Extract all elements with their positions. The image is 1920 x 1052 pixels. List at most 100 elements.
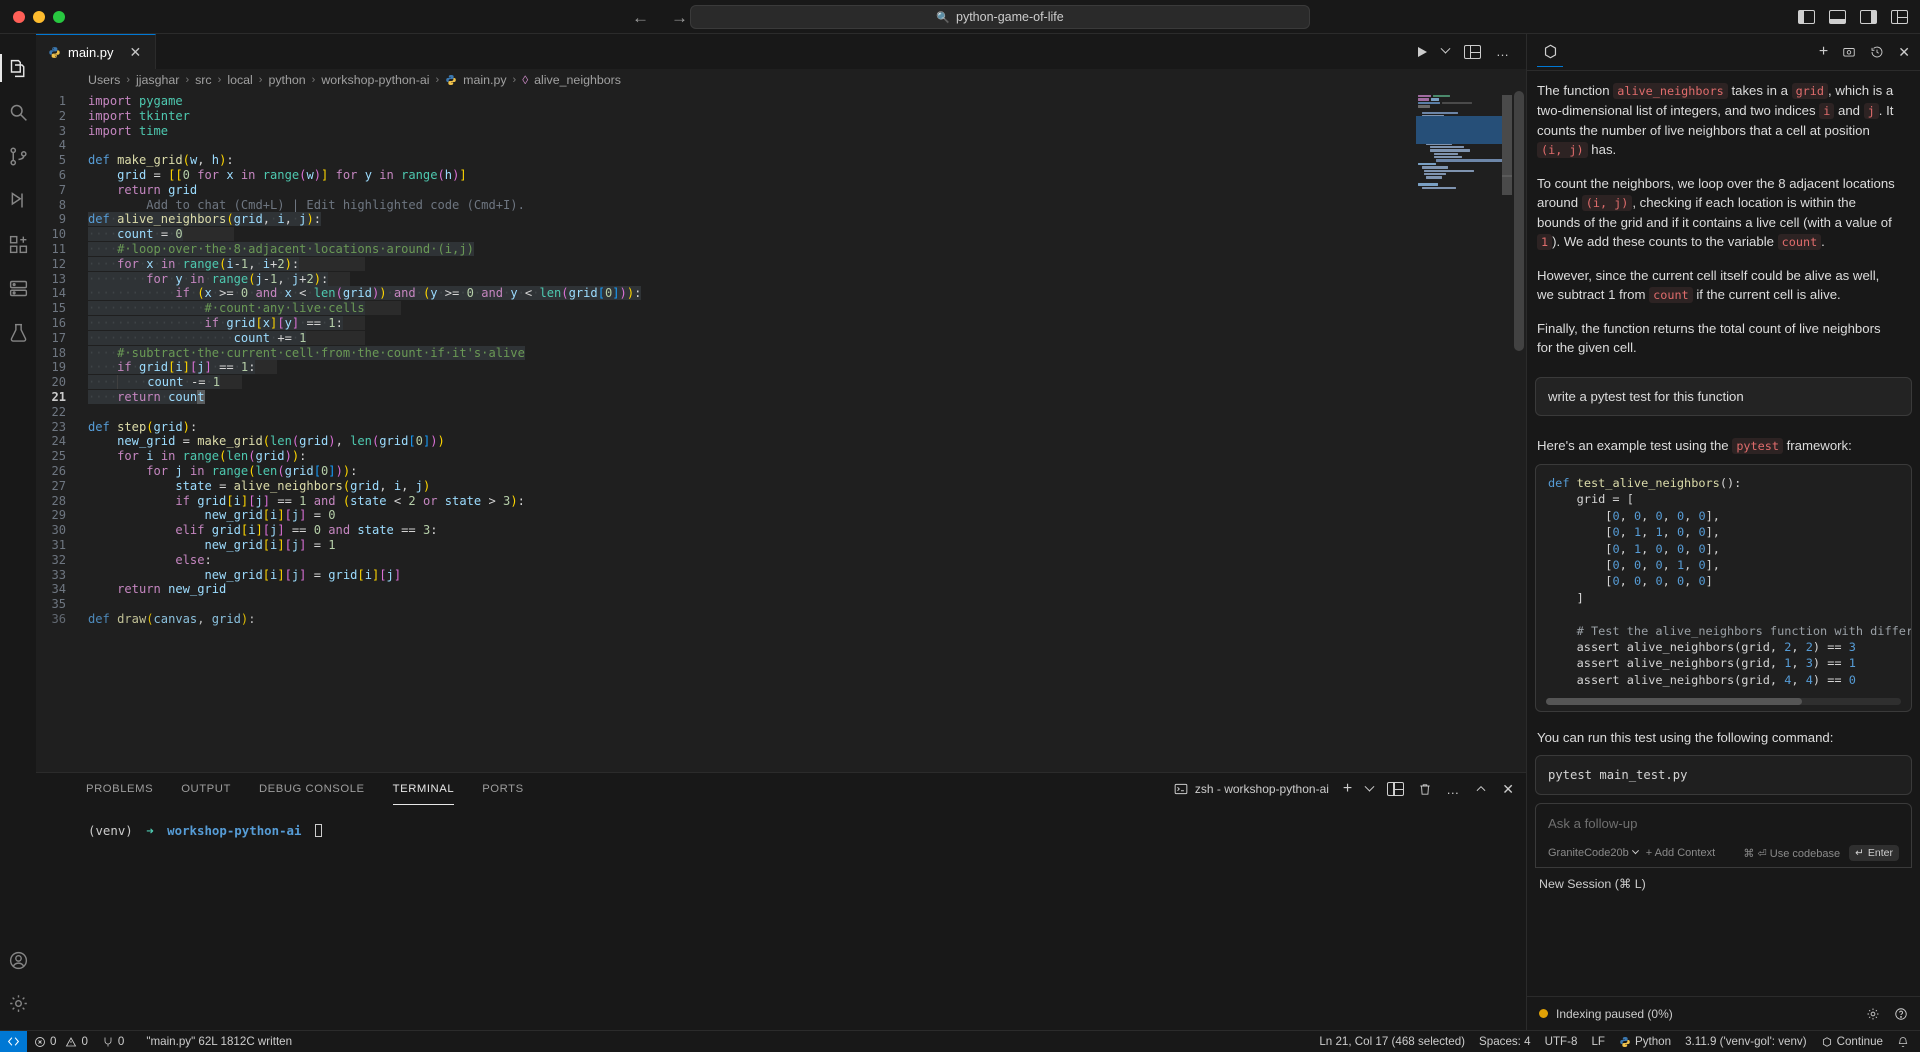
python-interpreter[interactable]: 3.11.9 ('venv-gol': venv) [1678,1031,1814,1052]
use-codebase-hint[interactable]: ⌘ ⏎ Use codebase [1743,847,1840,860]
editor-vertical-scrollbar[interactable] [1514,91,1524,351]
cursor-position[interactable]: Ln 21, Col 17 (468 selected) [1312,1031,1472,1052]
customize-layout-icon[interactable] [1891,10,1908,24]
panel-tab-problems[interactable]: PROBLEMS [86,773,153,805]
tab-main-py[interactable]: main.py ✕ [36,34,156,69]
panel-tab-terminal[interactable]: TERMINAL [392,773,455,805]
continue-status[interactable]: Continue [1814,1031,1890,1052]
search-icon [8,102,29,123]
gear-icon[interactable] [1866,1007,1880,1021]
breadcrumb-item-3[interactable]: local [227,73,252,87]
more-actions-icon[interactable]: … [1496,44,1510,59]
panel-tab-output[interactable]: OUTPUT [181,773,231,805]
trash-icon[interactable] [1418,782,1432,797]
close-icon[interactable]: ✕ [1898,44,1910,61]
close-window-button[interactable] [13,10,25,23]
panel-more-icon[interactable]: … [1446,782,1460,797]
chat-input-box[interactable]: Ask a follow-up GraniteCode20b + Add Con… [1535,803,1912,869]
toggle-secondary-sidebar-icon[interactable] [1860,10,1877,24]
breadcrumb-item-4[interactable]: python [268,73,305,87]
sidebar-item-testing[interactable] [0,310,36,354]
breadcrumb-item-5[interactable]: workshop-python-ai [321,73,429,87]
chat-footer-actions[interactable] [1866,1007,1908,1021]
panel-actions[interactable]: zsh - workshop-python-ai + … ✕ [1174,780,1514,798]
forward-icon[interactable]: → [671,9,688,26]
split-editor-icon[interactable] [1464,44,1481,59]
encoding-setting[interactable]: UTF-8 [1538,1031,1585,1052]
minimap[interactable] [1416,95,1512,215]
chat-code-block[interactable]: def test_alive_neighbors(): grid = [ [0,… [1535,464,1912,713]
eol-setting[interactable]: LF [1584,1031,1612,1052]
run-icon[interactable] [1418,46,1427,57]
code-block-scrollbar[interactable] [1546,698,1901,706]
chat-message-list[interactable]: The function alive_neighbors takes in a … [1527,70,1920,996]
editor-actions[interactable]: … [1418,34,1526,69]
chat-command-block[interactable]: pytest main_test.py [1535,755,1912,796]
minimap-slider[interactable] [1502,175,1512,177]
sidebar-item-source-control[interactable] [0,134,36,178]
maximize-panel-icon[interactable] [1474,782,1488,796]
language-mode[interactable]: Python [1612,1031,1678,1052]
sidebar-item-manage[interactable] [0,986,36,1030]
sidebar-item-explorer[interactable] [0,46,36,90]
breadcrumb-item-1[interactable]: jjasghar [136,73,179,87]
chat-input-toolbar[interactable]: GraniteCode20b + Add Context ⌘ ⏎ Use cod… [1548,845,1899,862]
sidebar-item-accounts[interactable] [0,942,36,986]
remote-indicator[interactable] [0,1030,27,1052]
notifications-bell[interactable] [1890,1031,1920,1052]
breadcrumb-item-6[interactable]: main.py [463,73,506,87]
chevron-down-icon[interactable] [1631,846,1639,854]
sidebar-item-remote-explorer[interactable] [0,266,36,310]
split-terminal-icon[interactable] [1387,782,1405,796]
code-line: 27 state = alive_neighbors(grid, i, j) [51,478,431,493]
close-panel-icon[interactable]: ✕ [1502,781,1514,798]
chat-input-right-actions[interactable]: ⌘ ⏎ Use codebase ↵ Enter [1743,845,1899,862]
panel-tab-ports[interactable]: PORTS [482,773,523,805]
minimize-window-button[interactable] [33,10,45,23]
navigation-arrows[interactable]: ← → [632,0,688,34]
activity-bar[interactable] [0,34,36,1030]
code-lines[interactable]: 1 import pygame 2 import tkinter 3 import t… [36,91,1526,772]
new-session-button[interactable]: New Session (⌘ L) [1527,868,1920,899]
breadcrumb[interactable]: Users › jjasghar › src › local › python … [36,69,1526,91]
layout-controls[interactable] [1798,0,1908,34]
breadcrumb-item-7[interactable]: alive_neighbors [534,73,621,87]
panel-tab-debug-console[interactable]: DEBUG CONSOLE [259,773,365,805]
status-bar-right[interactable]: Ln 21, Col 17 (468 selected) Spaces: 4 U… [1312,1031,1920,1052]
toggle-panel-icon[interactable] [1829,10,1846,24]
command-center-search[interactable]: 🔍 python-game-of-life [690,5,1310,29]
panel-tab-bar[interactable]: PROBLEMS OUTPUT DEBUG CONSOLE TERMINAL P… [36,773,1526,805]
chevron-down-icon[interactable] [1364,781,1375,792]
new-chat-icon[interactable]: + [1819,43,1828,61]
sidebar-item-search[interactable] [0,90,36,134]
maximize-window-button[interactable] [53,10,65,23]
ports-status[interactable]: 0 [95,1031,131,1052]
chat-input[interactable]: Ask a follow-up [1548,816,1899,831]
close-icon[interactable]: ✕ [130,45,142,59]
terminal-selector[interactable]: zsh - workshop-python-ai [1174,782,1329,796]
terminal-content[interactable]: (venv) ➜ workshop-python-ai [36,805,1526,1030]
back-icon[interactable]: ← [632,9,649,26]
inline-ghost-hint[interactable]: Add to chat (Cmd+L) | Edit highlighted c… [146,198,525,212]
problems-status[interactable]: 0 0 [27,1031,95,1052]
send-button[interactable]: ↵ Enter [1849,845,1899,862]
help-icon[interactable] [1894,1007,1908,1021]
code-block-scroll-thumb[interactable] [1546,698,1802,706]
screenshot-icon[interactable] [1842,45,1856,59]
add-context-button[interactable]: + Add Context [1646,847,1715,859]
new-terminal-icon[interactable]: + [1343,780,1352,798]
chevron-down-icon[interactable] [1440,43,1451,54]
history-icon[interactable] [1870,45,1884,59]
breadcrumb-item-0[interactable]: Users [88,73,120,87]
continue-logo-icon[interactable] [1537,37,1563,67]
toggle-primary-sidebar-icon[interactable] [1798,10,1815,24]
sidebar-item-run-and-debug[interactable] [0,178,36,222]
chat-header-actions[interactable]: + ✕ [1819,43,1910,61]
breadcrumb-item-2[interactable]: src [195,73,212,87]
minimap-scrollbar[interactable] [1502,95,1512,195]
indentation-setting[interactable]: Spaces: 4 [1472,1031,1538,1052]
sidebar-item-extensions[interactable] [0,222,36,266]
code-editor[interactable]: 1 import pygame 2 import tkinter 3 import t… [36,91,1526,772]
window-controls[interactable] [0,10,65,23]
model-selector[interactable]: GraniteCode20b [1548,846,1639,859]
